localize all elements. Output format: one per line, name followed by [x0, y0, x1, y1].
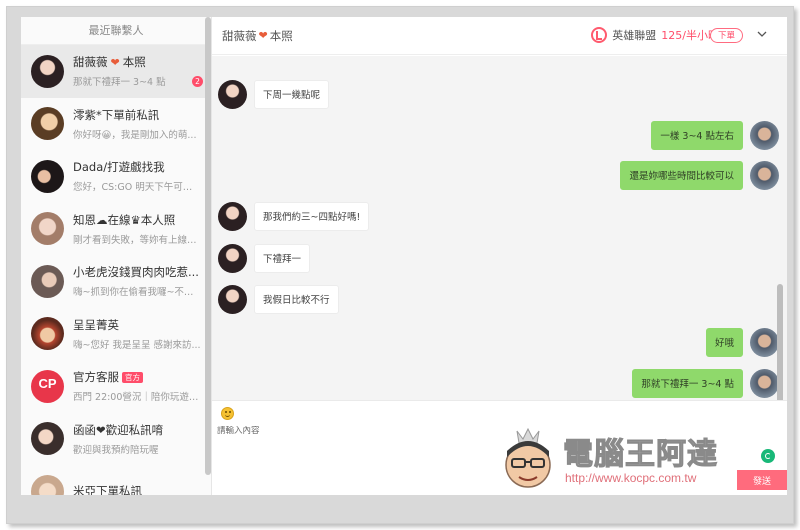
- chat-panel: 甜薇薇 ❤ 本照 英雄聯盟 125/半小時 下單 下周一幾點呢 一樣 3~4 點…: [212, 17, 787, 495]
- message-received: 下周一幾點呢: [218, 80, 330, 109]
- message-input[interactable]: [217, 426, 517, 436]
- contact-item[interactable]: 小老虎沒錢買肉肉吃惹... 嗨~抓到你在偷看我囉~不下...: [21, 255, 211, 308]
- message-received: 那我們約三~四點好嗎!: [218, 202, 370, 231]
- message-sent: 好哦: [705, 328, 779, 357]
- emoji-icon[interactable]: [221, 407, 234, 420]
- message-sent: 一樣 3~4 點左右: [651, 121, 779, 150]
- chat-header: 甜薇薇 ❤ 本照 英雄聯盟 125/半小時 下單: [212, 17, 787, 55]
- contacts-sidebar: 最近聯繫人 甜薇薇 ❤ 本照 那就下禮拜一 3~4 點 2 澪紫*下單前私訊 你好呀…: [21, 17, 212, 495]
- sidebar-title: 最近聯繫人: [21, 17, 211, 45]
- avatar: [750, 369, 779, 398]
- heart-icon: ❤: [110, 55, 120, 69]
- official-tag: 官方: [122, 371, 143, 383]
- message-bubble: 下禮拜一: [254, 244, 311, 273]
- unread-badge: 2: [192, 76, 203, 87]
- contact-name: 函函❤歡迎私訊唷: [73, 422, 164, 437]
- message-bubble: 一樣 3~4 點左右: [651, 121, 743, 150]
- contact-preview: 您好，CS:GO 明天下午可以...: [73, 182, 201, 194]
- avatar: [31, 264, 64, 298]
- contact-preview: 歡迎與我預約陪玩喔: [73, 444, 159, 456]
- avatar: [750, 121, 779, 150]
- message-sent: 那就下禮拜一 3~4 點: [632, 369, 779, 398]
- avatar: [218, 202, 247, 231]
- message-list: 下周一幾點呢 一樣 3~4 點左右 還是妳哪些時間比較可以 那我們約三~四點好嗎…: [212, 56, 787, 400]
- contact-item[interactable]: 知恩☁在線♛本人照 剛才看到失敗，等妳有上線可...: [21, 203, 211, 256]
- contact-preview: 你好呀😀，我是剛加入的萌...: [73, 129, 197, 141]
- contact-name: 小老虎沒錢買肉肉吃惹...: [73, 265, 199, 280]
- avatar: [750, 161, 779, 190]
- game-name: 英雄聯盟: [612, 29, 657, 42]
- avatar: [218, 285, 247, 314]
- cp-play-logo: CP: [31, 369, 64, 403]
- avatar: [31, 422, 64, 456]
- contact-preview: 那就下禮拜一 3~4 點: [73, 77, 166, 89]
- chevron-down-icon[interactable]: [757, 29, 767, 39]
- avatar: [31, 159, 64, 193]
- avatar: [31, 54, 64, 88]
- send-button[interactable]: 發送: [737, 470, 787, 490]
- chat-app: 最近聯繫人 甜薇薇 ❤ 本照 那就下禮拜一 3~4 點 2 澪紫*下單前私訊 你好呀…: [21, 17, 787, 495]
- contact-name: Dada/打遊戲找我: [73, 160, 165, 175]
- sidebar-scrollbar[interactable]: [205, 17, 211, 475]
- league-of-legends-icon: [591, 27, 608, 43]
- contact-preview: 西門 22:00營況｜陪你玩遊戲...: [73, 392, 201, 404]
- contact-item[interactable]: 函函❤歡迎私訊唷 歡迎與我預約陪玩喔: [21, 413, 211, 466]
- contact-item[interactable]: Dada/打遊戲找我 您好，CS:GO 明天下午可以...: [21, 150, 211, 203]
- avatar: [218, 80, 247, 109]
- avatar: [31, 317, 64, 351]
- message-bubble: 那就下禮拜一 3~4 點: [632, 369, 743, 398]
- contact-name: 澪紫*下單前私訊: [73, 107, 160, 122]
- contact-item-official-support[interactable]: CP 官方客服 官方 西門 22:00營況｜陪你玩遊戲...: [21, 360, 211, 413]
- avatar: [31, 212, 64, 246]
- contact-item-tianweiwei[interactable]: 甜薇薇 ❤ 本照 那就下禮拜一 3~4 點 2: [21, 45, 211, 98]
- message-bubble: 下周一幾點呢: [254, 80, 330, 109]
- message-bubble: 我假日比較不行: [254, 285, 339, 314]
- avatar: [31, 474, 64, 495]
- heart-icon: ❤: [258, 29, 268, 42]
- contact-name: 官方客服 官方: [73, 369, 201, 385]
- contact-name: 米亞下單私訊: [73, 484, 142, 495]
- contact-name: 呈呈菁英: [73, 317, 119, 332]
- chat-title: 甜薇薇 ❤ 本照: [222, 28, 293, 43]
- contact-item[interactable]: 呈呈菁英 嗨~您好 我是呈呈 感謝來訪...: [21, 308, 211, 361]
- game-info: 英雄聯盟 125/半小時: [591, 27, 719, 43]
- message-sent: 還是妳哪些時間比較可以: [620, 161, 779, 190]
- screenshot-frame: 最近聯繫人 甜薇薇 ❤ 本照 那就下禮拜一 3~4 點 2 澪紫*下單前私訊 你好呀…: [6, 6, 794, 524]
- avatar: [750, 328, 779, 357]
- message-received: 下禮拜一: [218, 244, 311, 273]
- avatar: [31, 107, 64, 141]
- message-received: 我假日比較不行: [218, 285, 339, 314]
- message-bubble: 還是妳哪些時間比較可以: [620, 161, 743, 190]
- chat-scrollbar[interactable]: [777, 284, 783, 400]
- contact-name: 知恩☁在線♛本人照: [73, 212, 176, 227]
- contact-preview: 嗨~您好 我是呈呈 感謝來訪...: [73, 339, 201, 351]
- contact-preview: 剛才看到失敗，等妳有上線可...: [73, 234, 201, 246]
- contact-item[interactable]: 米亞下單私訊: [21, 465, 211, 495]
- contact-item[interactable]: 澪紫*下單前私訊 你好呀😀，我是剛加入的萌...: [21, 98, 211, 151]
- grammarly-icon[interactable]: [761, 449, 775, 463]
- order-button[interactable]: 下單: [709, 28, 743, 43]
- contact-preview: 嗨~抓到你在偷看我囉~不下...: [73, 287, 201, 299]
- message-bubble: 那我們約三~四點好嗎!: [254, 202, 370, 231]
- contact-name: 甜薇薇 ❤ 本照: [73, 55, 146, 70]
- message-bubble: 好哦: [705, 328, 743, 357]
- message-composer: 發送: [212, 400, 787, 495]
- avatar: [218, 244, 247, 273]
